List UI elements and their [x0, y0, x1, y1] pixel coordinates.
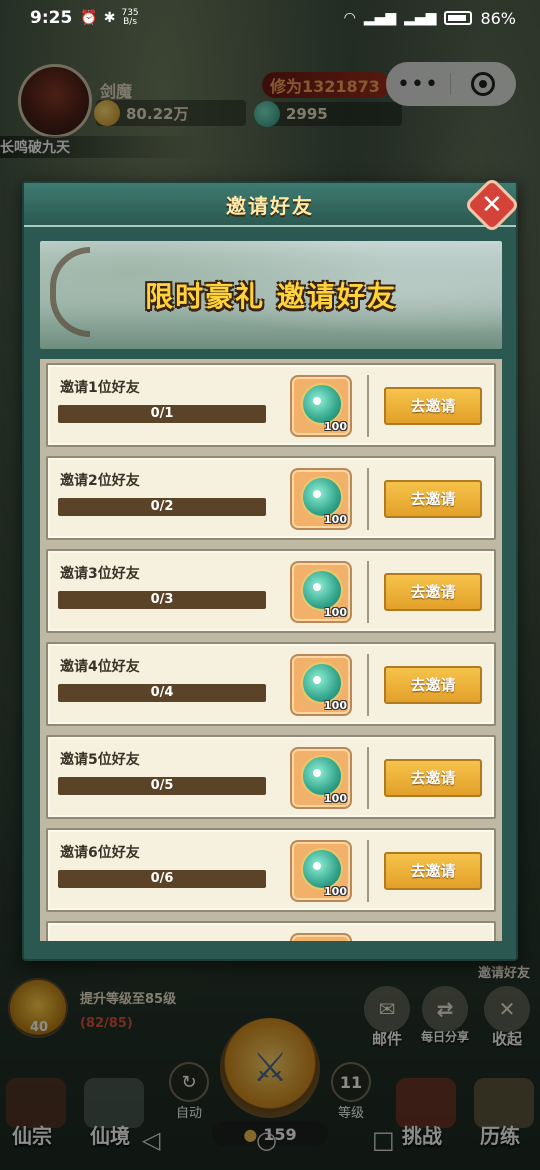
- dialog-header: 邀请好友: [24, 183, 516, 227]
- row-divider: [367, 747, 369, 809]
- status-bar: 9:25 ⏰ ✱ 735 B/s ◠ ▂▄▆ ▂▄▆ 86%: [0, 0, 540, 36]
- invite-task-row: 邀请2位好友 0/2 100 去邀请: [46, 456, 496, 540]
- wifi-icon: ◠: [343, 10, 356, 26]
- banner-text: 限时豪礼 邀请好友: [145, 280, 397, 313]
- progress-bar: 0/3: [58, 591, 266, 609]
- net-speed: 735 B/s: [121, 9, 138, 27]
- progress-bar: 0/4: [58, 684, 266, 702]
- reward-quantity: 100: [324, 885, 347, 898]
- task-label: 邀请5位好友: [60, 752, 140, 768]
- close-icon: ✕: [481, 189, 503, 220]
- progress-text: 0/5: [150, 778, 174, 793]
- reward-item[interactable]: 100: [290, 840, 352, 902]
- progress-text: 0/6: [150, 871, 174, 886]
- alarm-icon: ⏰: [80, 10, 98, 26]
- signal-icon: ▂▄▆: [363, 10, 397, 26]
- row-divider: [367, 468, 369, 530]
- progress-bar: 0/6: [58, 870, 266, 888]
- reward-item[interactable]: 100: [290, 654, 352, 716]
- battery-icon: [444, 11, 473, 25]
- tree-branch-decoration: [50, 247, 90, 337]
- row-divider: [367, 840, 369, 902]
- reward-quantity: 100: [324, 792, 347, 805]
- row-divider: [367, 561, 369, 623]
- reward-quantity: 100: [324, 606, 347, 619]
- task-label: 邀请2位好友: [60, 473, 140, 489]
- task-label: 邀请3位好友: [60, 566, 140, 582]
- net-speed-unit: B/s: [123, 17, 138, 27]
- go-invite-button[interactable]: 去邀请: [384, 480, 482, 518]
- signal-icon-2: ▂▄▆: [404, 10, 437, 26]
- invite-task-row-partial: [46, 921, 496, 941]
- invite-task-row: 邀请1位好友 0/1 100 去邀请: [46, 363, 496, 447]
- row-divider: [367, 375, 369, 437]
- invite-task-list[interactable]: 邀请1位好友 0/1 100 去邀请 邀请2位好友 0/2 100 去邀请 邀请…: [40, 359, 502, 941]
- progress-bar: 0/2: [58, 498, 266, 516]
- promo-banner: 限时豪礼 邀请好友: [40, 241, 502, 349]
- row-divider: [367, 654, 369, 716]
- go-invite-button[interactable]: 去邀请: [384, 759, 482, 797]
- go-invite-button[interactable]: 去邀请: [384, 666, 482, 704]
- jade-dragon-icon: [301, 476, 343, 518]
- go-invite-button[interactable]: 去邀请: [384, 573, 482, 611]
- task-label: 邀请1位好友: [60, 380, 140, 396]
- progress-text: 0/1: [150, 406, 174, 421]
- reward-item[interactable]: 100: [290, 468, 352, 530]
- invite-task-row: 邀请5位好友 0/5 100 去邀请: [46, 735, 496, 819]
- reward-item[interactable]: 100: [290, 561, 352, 623]
- reward-quantity: 100: [324, 699, 347, 712]
- go-invite-button[interactable]: 去邀请: [384, 387, 482, 425]
- jade-dragon-icon: [301, 569, 343, 611]
- status-time: 9:25: [30, 8, 73, 28]
- bluetooth-icon: ✱: [103, 10, 116, 26]
- invite-task-row: 邀请6位好友 0/6 100 去邀请: [46, 828, 496, 912]
- battery-percent: 86%: [480, 8, 516, 28]
- progress-text: 0/2: [150, 499, 174, 514]
- dialog-title: 邀请好友: [226, 193, 314, 218]
- reward-quantity: 100: [324, 420, 347, 433]
- progress-text: 0/3: [150, 592, 174, 607]
- task-label: 邀请6位好友: [60, 845, 140, 861]
- progress-bar: 0/1: [58, 405, 266, 423]
- jade-dragon-icon: [301, 383, 343, 425]
- reward-item[interactable]: [290, 933, 352, 941]
- jade-dragon-icon: [301, 755, 343, 797]
- invite-task-row: 邀请3位好友 0/3 100 去邀请: [46, 549, 496, 633]
- go-invite-button[interactable]: 去邀请: [384, 852, 482, 890]
- reward-item[interactable]: 100: [290, 747, 352, 809]
- reward-quantity: 100: [324, 513, 347, 526]
- task-label: 邀请4位好友: [60, 659, 140, 675]
- progress-bar: 0/5: [58, 777, 266, 795]
- jade-dragon-icon: [301, 848, 343, 890]
- invite-task-row: 邀请4位好友 0/4 100 去邀请: [46, 642, 496, 726]
- progress-text: 0/4: [150, 685, 174, 700]
- jade-dragon-icon: [301, 662, 343, 704]
- reward-item[interactable]: 100: [290, 375, 352, 437]
- invite-friends-dialog: 邀请好友 ✕ 限时豪礼 邀请好友 邀请1位好友 0/1 100 去邀请 邀请2位…: [22, 176, 521, 961]
